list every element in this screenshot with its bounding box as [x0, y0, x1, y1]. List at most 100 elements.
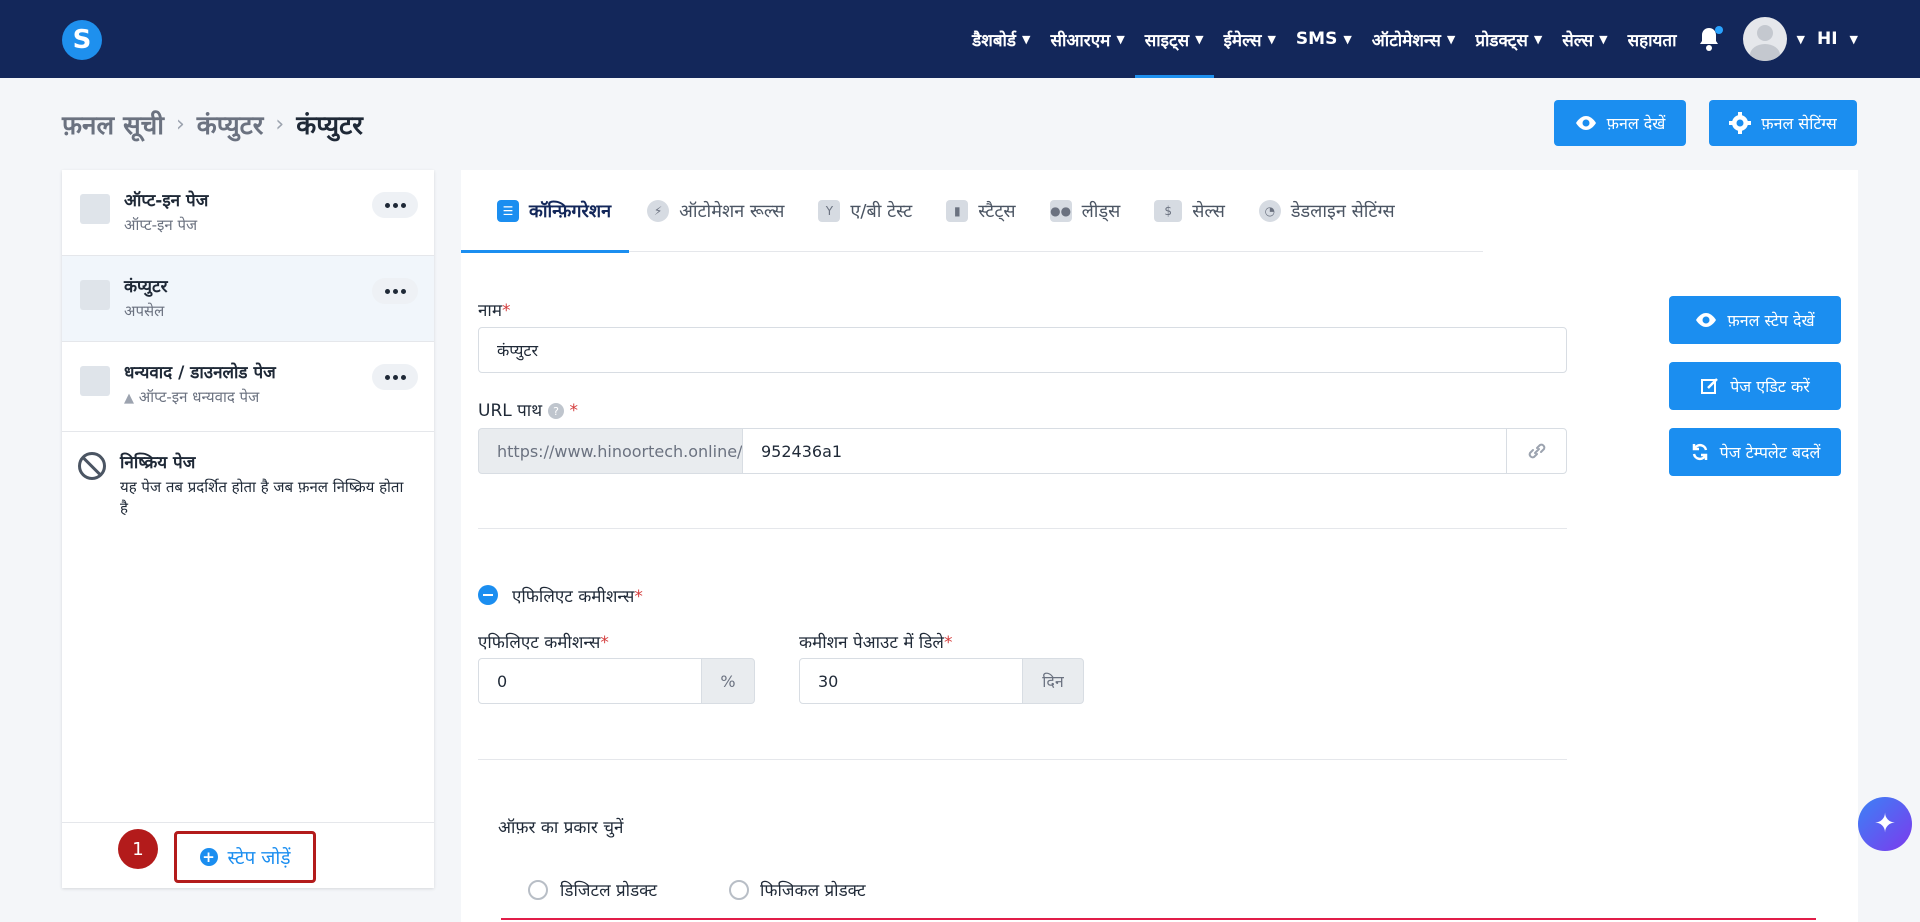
more-options-icon[interactable] — [372, 278, 418, 304]
help-icon[interactable]: ? — [548, 403, 565, 419]
nav-item-automations[interactable]: ऑटोमेशन्स ▼ — [1362, 0, 1466, 78]
chevron-down-icon: ▼ — [1446, 32, 1456, 46]
step-item[interactable]: धन्यवाद / डाउनलोड पेज ▲ ऑप्ट-इन धन्यवाद … — [62, 342, 434, 432]
chevron-down-icon: ▼ — [1599, 32, 1608, 46]
sidebar-footer: 1 + स्टेप जोड़ें — [62, 822, 434, 888]
chevron-down-icon: ▼ — [1022, 32, 1031, 46]
clock-icon: ◔ — [1258, 200, 1281, 222]
link-icon[interactable] — [1506, 428, 1567, 474]
more-options-icon[interactable] — [372, 364, 418, 390]
nav-item-sites[interactable]: साइट्स ▼ — [1134, 0, 1214, 78]
divider — [478, 759, 1567, 760]
edit-page-button[interactable]: पेज एडिट करें — [1669, 362, 1841, 410]
notification-dot — [1714, 26, 1723, 34]
inactive-page[interactable]: निष्क्रिय पेज यह पेज तब प्रदर्शित होता ह… — [62, 432, 434, 519]
tab-deadline-settings[interactable]: ◔ डेडलाइन सेटिंग्स — [1241, 170, 1411, 252]
payout-delay-input[interactable]: 30 — [799, 658, 1023, 704]
tab-automation-rules[interactable]: ⚡ ऑटोमेशन रूल्स — [629, 170, 800, 252]
chevron-right-icon: › — [275, 111, 285, 137]
view-funnel-button[interactable]: फ़नल देखें — [1554, 100, 1686, 146]
error-underline — [501, 918, 1816, 920]
more-options-icon[interactable] — [372, 192, 418, 218]
nav-item-help[interactable]: सहायता — [1618, 0, 1687, 78]
chevron-right-icon: › — [175, 111, 185, 137]
page-icon — [80, 194, 110, 224]
clipboard-check-icon — [80, 366, 110, 396]
dollar-icon: $ — [1154, 200, 1183, 222]
tab-ab-test[interactable]: Y ए/बी टेस्ट — [800, 170, 928, 252]
gear-icon — [1729, 112, 1752, 134]
eye-icon — [1575, 116, 1596, 130]
percent-addon: % — [701, 658, 755, 704]
funnel-steps-sidebar: ऑप्ट-इन पेज ऑप्ट-इन पेज कंप्युटर अपसेल ध… — [62, 170, 434, 888]
step-item[interactable]: ऑप्ट-इन पेज ऑप्ट-इन पेज — [62, 170, 434, 256]
chevron-down-icon: ▼ — [1533, 32, 1543, 46]
nav-item-products[interactable]: प्रोडक्ट्स ▼ — [1465, 0, 1552, 78]
nav-item-sms[interactable]: SMS ▼ — [1286, 0, 1362, 78]
offer-type-label: ऑफ़र का प्रकार चुनें — [498, 818, 624, 838]
url-prefix: https://www.hinoortech.online/ — [478, 428, 743, 474]
breadcrumb-funnel[interactable]: कंप्युटर — [197, 106, 264, 142]
edit-icon — [1701, 378, 1719, 394]
affiliate-commission-input[interactable]: 0 — [478, 658, 702, 704]
nav-menu: डैशबोर्ड ▼ सीआरएम ▼ साइट्स ▼ ईमेल्स ▼ SMS ▼ ऑ… — [962, 0, 1858, 78]
nav-item-crm[interactable]: सीआरएम ▼ — [1041, 0, 1135, 78]
step-subtitle: अपसेल — [124, 302, 165, 320]
tab-sales[interactable]: $ सेल्स — [1136, 170, 1241, 252]
breadcrumb: फ़नल सूची › कंप्युटर › कंप्युटर — [62, 106, 363, 142]
view-step-button[interactable]: फ़नल स्टेप देखें — [1669, 296, 1841, 344]
refresh-icon — [1692, 443, 1707, 461]
chart-line-icon — [80, 280, 110, 310]
chevron-down-icon: ▼ — [1116, 32, 1125, 46]
top-navbar: S डैशबोर्ड ▼ सीआरएम ▼ साइट्स ▼ ईमेल्स ▼ SMS ▼… — [0, 0, 1920, 78]
bolt-icon: ⚡ — [647, 200, 670, 222]
bell-icon[interactable] — [1697, 26, 1723, 52]
physical-product-label[interactable]: फिजिकल प्रोडक्ट — [760, 878, 866, 901]
bar-chart-icon: ▮ — [946, 200, 969, 222]
nav-item-dashboard[interactable]: डैशबोर्ड ▼ — [962, 0, 1040, 78]
tab-bar: ☰ कॉन्फ़िगरेशन ⚡ ऑटोमेशन रूल्स Y ए/बी टेस्ट… — [461, 170, 1483, 253]
url-path-input[interactable]: 952436a1 — [742, 428, 1507, 474]
change-template-button[interactable]: पेज टेम्पलेट बदलें — [1669, 428, 1841, 476]
name-input[interactable]: कंप्युटर — [478, 327, 1567, 373]
inactive-page-description: यह पेज तब प्रदर्शित होता है जब फ़नल निष्… — [120, 478, 404, 517]
plus-circle-icon: + — [199, 848, 218, 866]
radio-physical-product[interactable] — [729, 880, 749, 900]
name-label: नाम* — [478, 301, 511, 321]
ai-sparkle-icon[interactable]: ✦ — [1858, 797, 1912, 851]
nav-item-sales[interactable]: सेल्स ▼ — [1552, 0, 1617, 78]
chevron-down-icon: ▼ — [1343, 32, 1352, 46]
nav-item-emails[interactable]: ईमेल्स ▼ — [1214, 0, 1286, 78]
divider — [478, 528, 1567, 529]
url-path-label: URL पाथ? * — [478, 401, 578, 421]
split-icon: Y — [818, 200, 841, 222]
radio-digital-product[interactable] — [528, 880, 548, 900]
app-logo[interactable]: S — [62, 20, 102, 60]
step-item-selected[interactable]: कंप्युटर अपसेल — [62, 256, 434, 342]
tab-stats[interactable]: ▮ स्टैट्स — [928, 170, 1031, 252]
users-icon: ●● — [1049, 200, 1072, 222]
inactive-page-title: निष्क्रिय पेज — [120, 453, 196, 473]
tab-leads[interactable]: ●● लीड्स — [1032, 170, 1137, 252]
user-menu[interactable]: ▼ HI ▼ — [1793, 0, 1859, 78]
breadcrumb-current: कंप्युटर — [296, 111, 363, 141]
collapse-minus-icon[interactable] — [478, 585, 498, 605]
affiliate-toggle-label: एफिलिएट कमीशन्स* — [512, 587, 643, 607]
breadcrumb-funnel-list[interactable]: फ़नल सूची — [62, 106, 164, 142]
add-step-button[interactable]: + स्टेप जोड़ें — [174, 831, 316, 883]
sliders-icon: ☰ — [497, 200, 519, 222]
chevron-down-icon: ▼ — [1796, 32, 1805, 46]
avatar[interactable] — [1742, 17, 1787, 61]
tab-configuration[interactable]: ☰ कॉन्फ़िगरेशन — [461, 170, 630, 253]
warning-icon: ▲ — [124, 391, 134, 406]
funnel-settings-button[interactable]: फ़नल सेटिंग्स — [1709, 100, 1857, 146]
step-number-badge: 1 — [118, 829, 158, 869]
chevron-down-icon: ▼ — [1849, 32, 1858, 46]
digital-product-label[interactable]: डिजिटल प्रोडक्ट — [560, 878, 657, 901]
step-subtitle: ▲ ऑप्ट-इन धन्यवाद पेज — [124, 388, 260, 406]
main-panel: ☰ कॉन्फ़िगरेशन ⚡ ऑटोमेशन रूल्स Y ए/बी टेस्ट… — [461, 170, 1858, 922]
ban-icon — [78, 452, 106, 480]
days-addon: दिन — [1022, 658, 1084, 704]
affiliate-commission-label: एफिलिएट कमीशन्स* — [478, 633, 609, 653]
chevron-down-icon: ▼ — [1267, 32, 1276, 46]
